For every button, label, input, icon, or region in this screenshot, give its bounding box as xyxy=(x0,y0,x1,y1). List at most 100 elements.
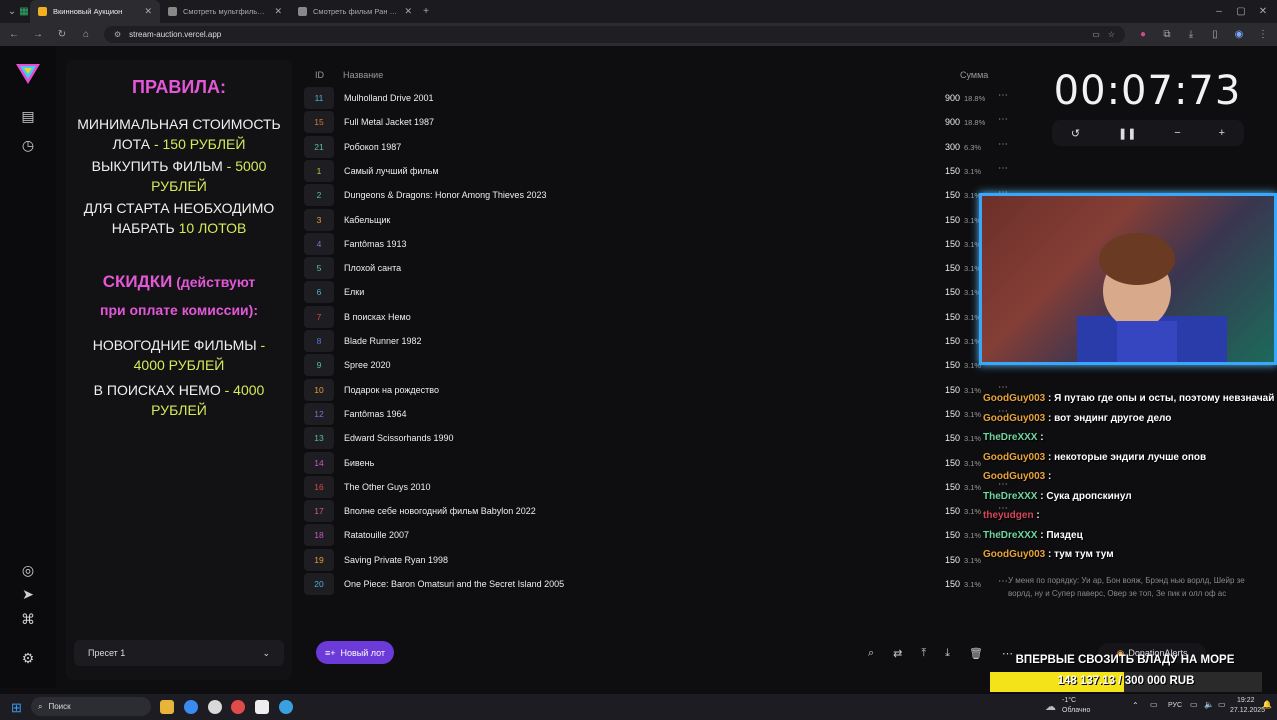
row-more-icon[interactable]: ⋯ xyxy=(998,90,1008,101)
pause-icon[interactable]: ❚❚ xyxy=(1118,127,1136,140)
lot-row[interactable]: 13 Edward Scissorhands 1990 150 3.1% ⋯ xyxy=(303,427,1018,450)
clock-date[interactable]: 27.12.2025 xyxy=(1230,707,1265,714)
lot-name[interactable]: Saving Private Ryan 1998 xyxy=(344,555,448,565)
lot-row[interactable]: 16 The Other Guys 2010 150 3.1% ⋯ xyxy=(303,475,1018,498)
lot-row[interactable]: 4Fantômas 19131503.1%⋯ xyxy=(303,232,1018,255)
app-logo-icon[interactable] xyxy=(16,64,40,84)
telegram-icon[interactable]: ➤ xyxy=(20,586,36,602)
extensions-puzzle-icon[interactable]: ⧉ xyxy=(1161,29,1173,40)
lot-name[interactable]: Edward Scissorhands 1990 xyxy=(344,433,454,443)
github-icon[interactable]: ⌘ xyxy=(20,611,36,627)
lot-row[interactable]: 21 Робокоп 1987 300 6.3% ⋯ xyxy=(303,135,1018,158)
lot-name[interactable]: Самый лучший фильм xyxy=(344,166,439,176)
minimize-icon[interactable]: – xyxy=(1213,6,1225,17)
lot-row[interactable]: 10 Подарок на рождество 150 3.1% ⋯ xyxy=(303,378,1018,401)
lot-sum[interactable]: 150 xyxy=(920,433,960,443)
network-icon[interactable]: ▭ xyxy=(1190,700,1198,709)
lot-name[interactable]: Ratatouille 2007 xyxy=(344,530,409,540)
close-tab-icon[interactable]: ✕ xyxy=(144,6,152,17)
lot-row[interactable]: 1 Самый лучший фильм 150 3.1% ⋯ xyxy=(303,159,1018,182)
lot-sum[interactable]: 150 xyxy=(920,409,960,419)
menu-kebab-icon[interactable]: ⋮ xyxy=(1257,29,1269,40)
site-info-icon[interactable]: ⚙ xyxy=(114,30,121,39)
lot-name[interactable]: Подарок на рождество xyxy=(344,385,439,395)
lot-row[interactable]: 19 Saving Private Ryan 1998 150 3.1% ⋯ xyxy=(303,548,1018,571)
chat-username[interactable]: TheDreXXX xyxy=(983,432,1037,443)
telegram-icon[interactable] xyxy=(279,700,293,714)
lot-sum[interactable]: 150 xyxy=(920,190,960,200)
integrations-icon[interactable]: ◎ xyxy=(20,562,36,578)
tab-cartoon[interactable]: Смотреть мультфильм Зверопой ✕ xyxy=(160,0,290,23)
lot-name[interactable]: Вполне себе новогодний фильм Babylon 202… xyxy=(344,506,536,516)
row-more-icon[interactable]: ⋯ xyxy=(998,139,1008,150)
lot-row[interactable]: 14 Бивень 150 3.1% ⋯ xyxy=(303,451,1018,474)
lot-sum[interactable]: 150 xyxy=(920,166,960,176)
cast-icon[interactable]: ▭ xyxy=(1092,30,1100,39)
plus-icon[interactable]: + xyxy=(1219,127,1225,139)
lot-sum[interactable]: 300 xyxy=(920,142,960,152)
obs-icon[interactable] xyxy=(255,700,269,714)
chat-username[interactable]: GoodGuy003 xyxy=(983,471,1045,482)
download-icon[interactable]: ⤓ xyxy=(1185,29,1197,40)
lot-row[interactable]: 12 Fantômas 1964 150 3.1% ⋯ xyxy=(303,402,1018,425)
windows-start-icon[interactable]: ⊞ xyxy=(11,700,22,716)
lot-row[interactable]: 8Blade Runner 19821503.1%⋯ xyxy=(303,330,1018,352)
lot-row[interactable]: 20 One Piece: Baron Omatsuri and the Secr… xyxy=(303,573,1018,595)
lot-name[interactable]: Mulholland Drive 2001 xyxy=(344,93,434,103)
lot-name[interactable]: One Piece: Baron Omatsuri and the Secret… xyxy=(344,579,564,589)
home-icon[interactable]: ⌂ xyxy=(80,29,92,40)
chat-username[interactable]: GoodGuy003 xyxy=(983,393,1045,404)
lot-name[interactable]: Spree 2020 xyxy=(344,360,391,370)
lot-name[interactable]: Full Metal Jacket 1987 xyxy=(344,117,434,127)
chrome-active-icon[interactable] xyxy=(231,700,245,714)
taskbar-search[interactable]: ⌕ Поиск xyxy=(31,697,151,716)
download-icon[interactable]: ⤓ xyxy=(945,647,950,660)
shuffle-icon[interactable]: ⇄ xyxy=(893,647,902,660)
close-window-icon[interactable]: ✕ xyxy=(1257,6,1269,17)
lot-sum[interactable]: 150 xyxy=(920,482,960,492)
lot-name[interactable]: Плохой санта xyxy=(344,263,401,273)
lot-name[interactable]: Робокоп 1987 xyxy=(344,142,401,152)
lot-row[interactable]: 5Плохой санта1503.1%⋯ xyxy=(303,257,1018,280)
lot-sum[interactable]: 150 xyxy=(920,458,960,468)
preset-select[interactable]: Пресет 1 ⌄ xyxy=(74,640,284,666)
lot-row[interactable]: 3Кабельщик1503.1%⋯ xyxy=(303,208,1018,231)
volume-icon[interactable]: 🔈 xyxy=(1204,700,1214,709)
close-tab-icon[interactable]: ✕ xyxy=(274,6,282,17)
tab-auction[interactable]: Вкинновый Аукцион ✕ xyxy=(30,0,160,23)
sheets-app-icon[interactable]: ▦ xyxy=(18,6,30,17)
lot-sum[interactable]: 150 xyxy=(920,360,960,370)
new-tab-icon[interactable]: + xyxy=(420,6,432,17)
tab-film[interactable]: Смотреть фильм Ран / Хаос смо ✕ xyxy=(290,0,420,23)
tab-list-icon[interactable]: ⌄ xyxy=(6,6,18,17)
chat-username[interactable]: GoodGuy003 xyxy=(983,549,1045,560)
browser-icon[interactable] xyxy=(208,700,222,714)
chat-username[interactable]: theyudgen xyxy=(983,510,1034,521)
chat-username[interactable]: GoodGuy003 xyxy=(983,413,1045,424)
lot-sum[interactable]: 150 xyxy=(920,287,960,297)
language-indicator[interactable]: РУС xyxy=(1168,702,1182,709)
chat-username[interactable]: TheDreXXX xyxy=(983,530,1037,541)
lot-sum[interactable]: 150 xyxy=(920,555,960,565)
lot-sum[interactable]: 150 xyxy=(920,530,960,540)
lot-sum[interactable]: 150 xyxy=(920,239,960,249)
lot-row[interactable]: 7В поисках Немо1503.1%⋯ xyxy=(303,305,1018,328)
row-more-icon[interactable]: ⋯ xyxy=(998,114,1008,125)
history-icon[interactable]: ◷ xyxy=(20,137,36,153)
url-field[interactable]: ⚙ stream-auction.vercel.app ▭ ☆ xyxy=(104,26,1125,43)
back-icon[interactable]: ← xyxy=(8,29,20,40)
lot-row[interactable]: 18 Ratatouille 2007 150 3.1% ⋯ xyxy=(303,524,1018,547)
lot-sum[interactable]: 900 xyxy=(920,93,960,103)
close-tab-icon[interactable]: ✕ xyxy=(404,6,412,17)
lot-name[interactable]: The Other Guys 2010 xyxy=(344,482,431,492)
column-header-sum[interactable]: Сумма xyxy=(960,70,988,80)
lot-sum[interactable]: 150 xyxy=(920,312,960,322)
forward-icon[interactable]: → xyxy=(32,29,44,40)
lot-sum[interactable]: 150 xyxy=(920,215,960,225)
reset-icon[interactable]: ↺ xyxy=(1071,127,1080,140)
chrome-icon[interactable] xyxy=(184,700,198,714)
search-icon[interactable]: ⌕ xyxy=(868,647,874,660)
bookmark-star-icon[interactable]: ☆ xyxy=(1108,30,1115,39)
file-explorer-icon[interactable] xyxy=(160,700,174,714)
lots-list-icon[interactable]: ▤ xyxy=(20,108,36,124)
